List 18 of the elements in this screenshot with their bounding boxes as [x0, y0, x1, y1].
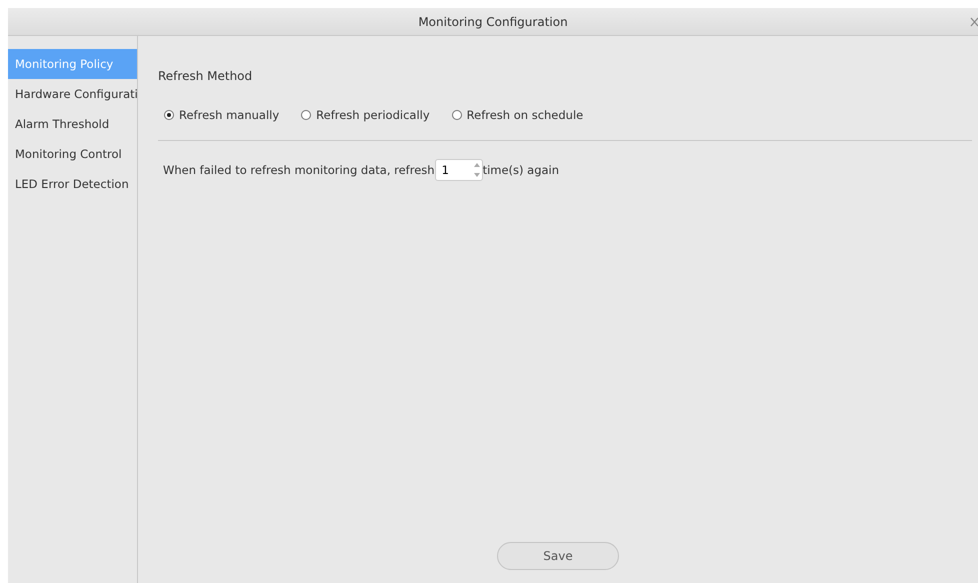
- sidebar-item[interactable]: LED Error Detection: [8, 169, 137, 199]
- section-title: Refresh Method: [158, 69, 252, 83]
- radio-icon[interactable]: [452, 110, 462, 120]
- spin-arrows-icon[interactable]: [474, 162, 480, 178]
- radio-option[interactable]: Refresh periodically: [301, 108, 430, 122]
- sidebar-item[interactable]: Hardware Configurati: [8, 79, 137, 109]
- retry-count-field[interactable]: 1: [434, 159, 483, 181]
- retry-suffix: time(s) again: [482, 163, 560, 177]
- radio-option[interactable]: Refresh manually: [164, 108, 280, 122]
- window-title: Monitoring Configuration: [418, 14, 568, 28]
- radio-option[interactable]: Refresh on schedule: [452, 108, 584, 122]
- close-icon[interactable]: [970, 17, 978, 27]
- retry-label: When failed to refresh monitoring data, refresh: [163, 163, 435, 177]
- save-button[interactable]: Save: [497, 542, 619, 570]
- radio-icon[interactable]: [301, 110, 312, 120]
- radio-icon[interactable]: [164, 110, 174, 120]
- sidebar-item[interactable]: Monitoring Control: [8, 139, 137, 169]
- sidebar-item[interactable]: Alarm Threshold: [8, 109, 137, 139]
